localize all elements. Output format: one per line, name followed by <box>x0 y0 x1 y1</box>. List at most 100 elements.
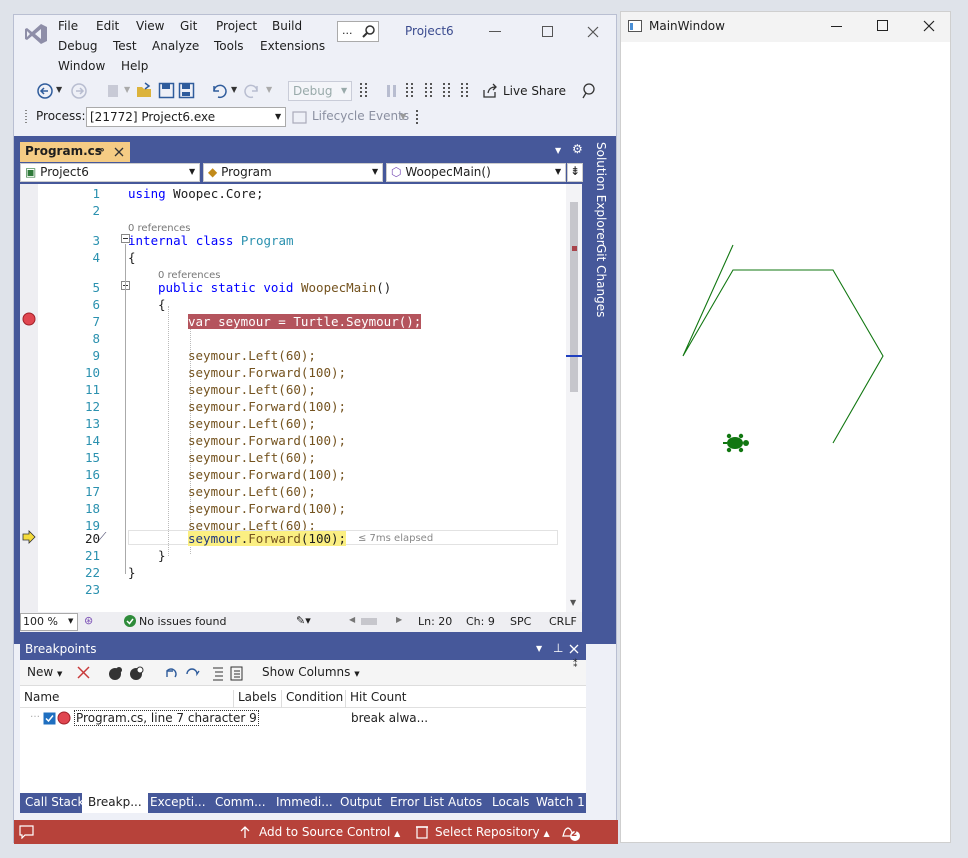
tab-call-stack[interactable]: Call Stack <box>25 795 84 809</box>
delete-icon[interactable] <box>77 666 90 679</box>
scroll-right-icon[interactable]: ▶ <box>396 615 402 624</box>
menu-analyze[interactable]: Analyze <box>152 39 199 53</box>
tab-error-list[interactable]: Error List <box>390 795 444 809</box>
menu-edit[interactable]: Edit <box>96 19 119 33</box>
menu-project[interactable]: Project <box>216 19 257 33</box>
open-folder-icon[interactable] <box>136 82 153 99</box>
save-all-icon[interactable] <box>178 82 195 99</box>
breakpoint-row[interactable]: … Program.cs, line 7 character 9 break a… <box>20 708 586 728</box>
select-repository-button[interactable]: Select Repository ▲ <box>435 825 550 839</box>
tab-immediate[interactable]: Immedi... <box>276 795 333 809</box>
new-project-dropdown-icon[interactable]: ▼ <box>124 85 130 94</box>
column-labels[interactable]: Labels <box>233 690 281 708</box>
close-tab-icon[interactable] <box>114 147 124 157</box>
line-ending-indicator[interactable]: CRLF <box>549 615 577 628</box>
column-name[interactable]: Name <box>24 690 59 704</box>
enabled-checkbox[interactable] <box>43 712 56 725</box>
step-icon[interactable] <box>358 81 374 101</box>
window-position-icon[interactable]: ▼ <box>536 644 542 653</box>
new-project-icon[interactable] <box>106 83 122 99</box>
forward-icon[interactable] <box>70 82 88 100</box>
menu-extensions[interactable]: Extensions <box>260 39 325 53</box>
import-export-icons[interactable] <box>211 665 245 681</box>
pin-icon[interactable]: ⊸ <box>96 145 104 156</box>
lifecycle-events-button[interactable]: Lifecycle Events <box>312 109 409 123</box>
menu-view[interactable]: View <box>136 19 164 33</box>
menu-git[interactable]: Git <box>180 19 197 33</box>
member-nav-dropdown[interactable]: ⬡ WoopecMain() ▼ <box>386 163 566 182</box>
undo-dropdown-icon[interactable]: ▼ <box>231 85 237 94</box>
feedback-icon[interactable] <box>580 82 598 100</box>
close-icon[interactable] <box>587 26 599 38</box>
close-icon[interactable] <box>923 20 935 32</box>
vertical-scrollbar[interactable]: ▼ <box>566 184 582 612</box>
live-share-button[interactable]: Live Share <box>503 84 566 98</box>
menu-tools[interactable]: Tools <box>214 39 244 53</box>
add-to-source-control-button[interactable]: Add to Source Control ▲ <box>259 825 400 839</box>
redo-icon[interactable] <box>244 82 261 99</box>
code-cleanup-icon[interactable]: ✎▾ <box>296 614 311 627</box>
tab-locals[interactable]: Locals <box>492 795 529 809</box>
zoom-dropdown[interactable]: 100 % ▼ <box>20 613 78 631</box>
code-editor[interactable]: ⟋ 1 2 3 4 5 6 7 8 9 10 11 12 13 14 15 16 17 18 19 20 21 22 23 … <box>20 184 582 612</box>
column-hit-count[interactable]: Hit Count <box>345 690 425 708</box>
menu-build[interactable]: Build <box>272 19 302 33</box>
save-icon[interactable] <box>158 82 175 99</box>
tab-program-cs[interactable]: Program.cs ⊸ <box>20 142 130 162</box>
tab-exceptions[interactable]: Excepti... <box>150 795 206 809</box>
process-dropdown[interactable]: [21772] Project6.exe ▼ <box>86 107 286 127</box>
type-nav-dropdown[interactable]: ◆ Program ▼ <box>203 163 383 182</box>
pin-icon[interactable]: ⊥ <box>553 641 563 655</box>
horizontal-scroll-thumb[interactable] <box>361 618 377 625</box>
redo-dropdown-icon[interactable]: ▼ <box>266 85 272 94</box>
tab-output[interactable]: Output <box>340 795 382 809</box>
lifecycle-dropdown-icon[interactable]: ▼ <box>400 112 406 121</box>
gear-icon[interactable]: ⚙ <box>572 142 583 156</box>
minimize-icon[interactable] <box>489 31 501 33</box>
undo-icon[interactable] <box>210 82 227 99</box>
minimize-icon[interactable] <box>831 26 843 28</box>
split-button[interactable]: ⇟ <box>567 163 583 182</box>
menu-test[interactable]: Test <box>113 39 137 53</box>
glyph-margin[interactable] <box>20 184 38 612</box>
tab-overflow-icon[interactable]: ▼ <box>555 146 561 155</box>
intellicode-icon[interactable]: ⊛ <box>84 614 93 627</box>
menu-window[interactable]: Window <box>58 59 105 73</box>
project-nav-dropdown[interactable]: ▣ Project6 ▼ <box>20 163 200 182</box>
new-breakpoint-button[interactable]: New ▼ <box>27 665 62 679</box>
goto-source-icons[interactable] <box>163 665 205 681</box>
maximize-icon[interactable] <box>542 26 553 37</box>
tab-git-changes[interactable]: Git Changes <box>594 244 608 317</box>
notification-bubble-icon[interactable] <box>19 825 34 839</box>
back-dropdown-icon[interactable]: ▼ <box>56 85 62 94</box>
line-indicator[interactable]: Ln: 20 <box>418 615 452 628</box>
maximize-icon[interactable] <box>877 20 889 32</box>
toolbar-overflow-icon[interactable]: ⁑ <box>573 660 578 670</box>
tab-watch-1[interactable]: Watch 1 <box>536 795 585 809</box>
close-icon[interactable] <box>569 644 579 654</box>
tab-solution-explorer[interactable]: Solution Explorer <box>594 142 608 245</box>
live-share-icon[interactable] <box>482 83 498 99</box>
debug-step-icons[interactable] <box>404 81 474 101</box>
menu-file[interactable]: File <box>58 19 78 33</box>
menu-help[interactable]: Help <box>121 59 148 73</box>
scroll-down-icon[interactable]: ▼ <box>570 598 576 607</box>
scrollbar-thumb[interactable] <box>570 202 578 392</box>
enable-disable-icons[interactable] <box>108 665 146 681</box>
configuration-dropdown[interactable]: Debug ▼ <box>288 81 352 101</box>
menu-debug[interactable]: Debug <box>58 39 97 53</box>
tab-autos[interactable]: Autos <box>448 795 482 809</box>
breakpoint-icon[interactable] <box>22 312 36 326</box>
breakpoint-name[interactable]: Program.cs, line 7 character 9 <box>74 710 259 726</box>
pause-icon[interactable] <box>385 83 399 99</box>
issues-status[interactable]: No issues found <box>139 615 226 628</box>
column-indicator[interactable]: Ch: 9 <box>466 615 495 628</box>
back-icon[interactable] <box>36 82 54 100</box>
show-columns-button[interactable]: Show Columns ▼ <box>262 665 360 679</box>
column-condition[interactable]: Condition <box>281 690 345 708</box>
whitespace-indicator[interactable]: SPC <box>510 615 531 628</box>
scroll-left-icon[interactable]: ◀ <box>349 615 355 624</box>
search-box[interactable]: ... <box>337 21 379 42</box>
tab-breakpoints[interactable]: Breakp... <box>82 793 148 813</box>
tab-command[interactable]: Comm... <box>215 795 266 809</box>
